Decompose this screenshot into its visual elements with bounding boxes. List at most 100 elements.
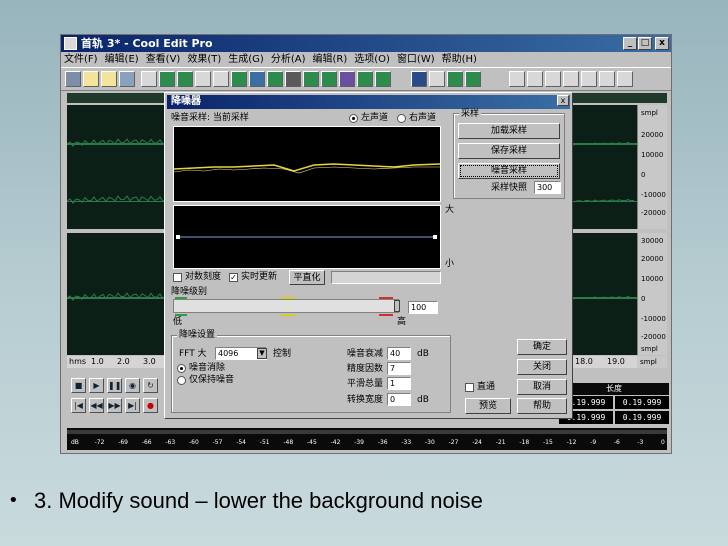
- stretch-icon[interactable]: [339, 71, 355, 87]
- reduction-level-input[interactable]: 100: [408, 301, 438, 314]
- save-icon[interactable]: [119, 71, 135, 87]
- log-scale-checkbox[interactable]: [173, 273, 182, 282]
- close-dialog-button[interactable]: 关闭: [517, 359, 567, 375]
- freq-icon[interactable]: [429, 71, 445, 87]
- menu-effects[interactable]: 效果(T): [187, 52, 221, 67]
- cool-edit-window: 首轨 3* - Cool Edit Pro _ □ x 文件(F) 编辑(E) …: [60, 34, 672, 454]
- bars-icon[interactable]: [447, 71, 463, 87]
- forward-button[interactable]: ▶▶: [107, 398, 122, 413]
- open-icon[interactable]: [83, 71, 99, 87]
- help-button[interactable]: 帮助: [517, 398, 567, 414]
- copy-icon[interactable]: [159, 71, 175, 87]
- menu-edit[interactable]: 编辑(E): [105, 52, 139, 67]
- window-titlebar: 首轨 3* - Cool Edit Pro: [61, 35, 671, 52]
- trim-icon[interactable]: [267, 71, 283, 87]
- right-channel-radio[interactable]: [397, 114, 406, 123]
- meter-tick-label: -39: [354, 439, 364, 446]
- settings-group-label: 降噪设置: [177, 330, 218, 341]
- live-update-checkbox[interactable]: ✓: [229, 273, 238, 282]
- precision-input[interactable]: 7: [387, 362, 411, 375]
- slider-marker: [281, 314, 295, 316]
- menu-generate[interactable]: 生成(G): [228, 52, 264, 67]
- record-button[interactable]: ●: [143, 398, 158, 413]
- menu-help[interactable]: 帮助(H): [442, 52, 477, 67]
- rewind-button[interactable]: ◀◀: [89, 398, 104, 413]
- menu-options[interactable]: 选项(O): [354, 52, 390, 67]
- chevron-down-icon[interactable]: ▼: [257, 348, 267, 359]
- meter-tick-label: -72: [94, 439, 105, 446]
- track-icon[interactable]: [465, 71, 481, 87]
- play-loop-button[interactable]: ◉: [125, 378, 140, 393]
- noise-icon[interactable]: [357, 71, 373, 87]
- keep-noise-radio[interactable]: [177, 376, 186, 385]
- menu-analyze[interactable]: 分析(A): [271, 52, 306, 67]
- menu-window[interactable]: 窗口(W): [397, 52, 435, 67]
- new-icon[interactable]: [65, 71, 81, 87]
- cd-icon[interactable]: [617, 71, 633, 87]
- pause-button[interactable]: ❚❚: [107, 378, 122, 393]
- reduction-level-slider[interactable]: [173, 299, 400, 313]
- noise-profile-graph: [173, 126, 441, 202]
- maximize-button[interactable]: □: [638, 37, 652, 50]
- loop-icon[interactable]: [581, 71, 597, 87]
- grid-icon[interactable]: [545, 71, 561, 87]
- scale-label: smpl: [641, 109, 658, 117]
- menu-file[interactable]: 文件(F): [64, 52, 98, 67]
- load-profile-button[interactable]: 加载采样: [458, 123, 560, 139]
- view-icon[interactable]: [509, 71, 525, 87]
- spectral-icon[interactable]: [411, 71, 427, 87]
- scale-label: 20000: [641, 131, 664, 139]
- bypass-checkbox[interactable]: [465, 383, 474, 392]
- ruler-smpl: smpl: [637, 356, 667, 368]
- meter-icon[interactable]: [599, 71, 615, 87]
- snapshots-input[interactable]: 300: [534, 181, 561, 194]
- redo-icon[interactable]: [213, 71, 229, 87]
- go-end-button[interactable]: ▶|: [125, 398, 140, 413]
- amplitude-scale-lower: 30000 20000 10000 0 -10000 -20000 smpl: [637, 233, 667, 355]
- preview-button[interactable]: 预览: [465, 398, 511, 414]
- envelope-icon[interactable]: [303, 71, 319, 87]
- cancel-button[interactable]: 取消: [517, 379, 567, 395]
- close-button[interactable]: x: [655, 37, 669, 50]
- remove-noise-radio[interactable]: [177, 364, 186, 373]
- minimize-button[interactable]: _: [623, 37, 637, 50]
- play-icon[interactable]: [563, 71, 579, 87]
- slider-thumb[interactable]: [394, 300, 400, 312]
- transition-unit: dB: [417, 395, 429, 405]
- cut-icon[interactable]: [231, 71, 247, 87]
- menu-view[interactable]: 查看(V): [146, 52, 181, 67]
- loop-button[interactable]: ↻: [143, 378, 158, 393]
- go-start-button[interactable]: |◀: [71, 398, 86, 413]
- flatten-button[interactable]: 平直化: [289, 270, 325, 285]
- attenuation-input[interactable]: 40: [387, 347, 411, 360]
- eq-icon[interactable]: [375, 71, 391, 87]
- save-profile-button[interactable]: 保存采样: [458, 143, 560, 159]
- meter-tick-label: -33: [401, 439, 412, 446]
- reduction-curve-graph[interactable]: [173, 205, 441, 269]
- level-high-label: 高: [397, 317, 407, 327]
- mix-icon[interactable]: [249, 71, 265, 87]
- zoom-icon[interactable]: [527, 71, 543, 87]
- play-button[interactable]: ▶: [89, 378, 104, 393]
- paste-icon[interactable]: [177, 71, 193, 87]
- stop-button[interactable]: ■: [71, 378, 86, 393]
- folder-icon[interactable]: [101, 71, 117, 87]
- wave-icon[interactable]: [141, 71, 157, 87]
- right-channel-label: 右声道: [409, 113, 437, 123]
- dialog-close-button[interactable]: x: [557, 95, 569, 106]
- ok-button[interactable]: 确定: [517, 339, 567, 355]
- status-field: [331, 271, 441, 284]
- meter-tick-label: -51: [259, 439, 270, 446]
- smoothing-input[interactable]: 1: [387, 377, 411, 390]
- meter-tick-label: -24: [472, 439, 482, 446]
- undo-icon[interactable]: [195, 71, 211, 87]
- left-channel-label: 左声道: [361, 113, 389, 123]
- keep-noise-label: 仅保持噪音: [189, 375, 235, 385]
- get-noise-profile-button[interactable]: 噪音采样: [458, 163, 560, 179]
- transition-input[interactable]: 0: [387, 393, 411, 406]
- left-channel-radio[interactable]: [349, 114, 358, 123]
- scale-label: 0: [641, 171, 646, 179]
- amplify-icon[interactable]: [321, 71, 337, 87]
- menu-edit2[interactable]: 编辑(R): [312, 52, 347, 67]
- filter-icon[interactable]: [285, 71, 301, 87]
